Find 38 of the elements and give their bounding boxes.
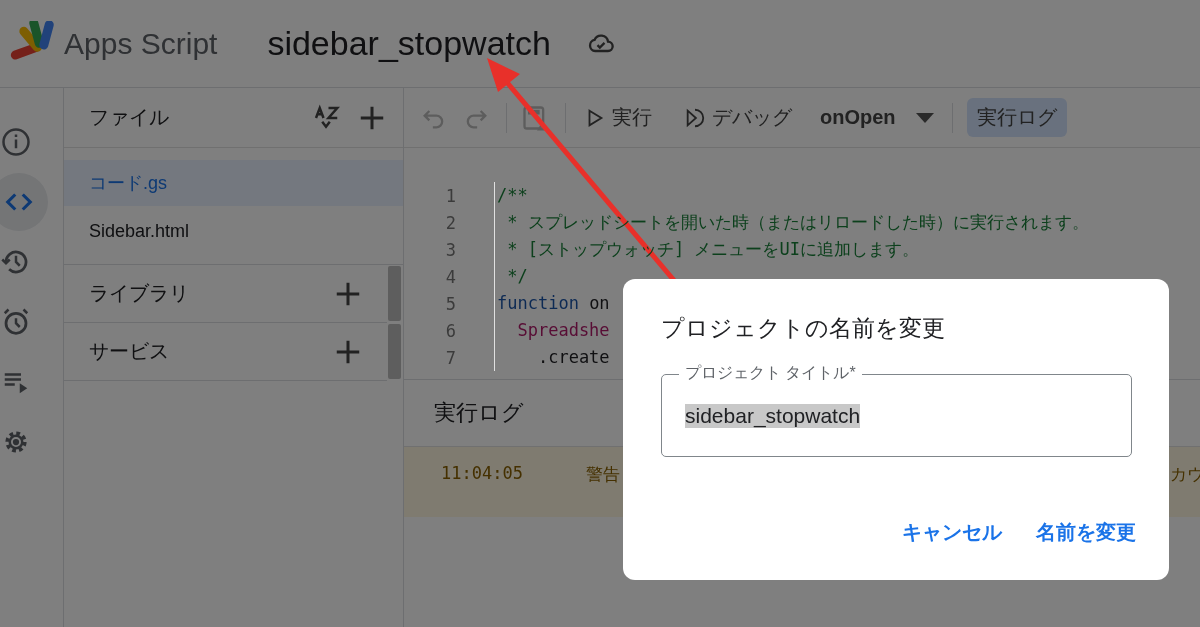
file-item[interactable]: コード.gs [64,160,403,206]
dialog-button[interactable]: キャンセル [892,511,1012,554]
log-time: 11:04:05 [441,463,524,483]
line-number: 1 [444,185,456,206]
function-dropdown[interactable]: onOpen [820,106,936,129]
app-name: Apps Script [64,26,218,61]
code-line: * [ストップウォッチ] メニューをUIに追加します。 [494,236,919,263]
debug-icon [684,106,706,129]
run-button[interactable]: 実行 [580,100,656,135]
dialog-button[interactable]: 名前を変更 [1026,511,1146,554]
rail-button[interactable] [0,173,48,231]
scrollbar-thumb[interactable] [388,266,401,321]
code-line: */ [494,263,528,290]
panel-title: ファイル [89,105,170,130]
code-line: Spreadshe [494,317,610,344]
code-line: .create [494,344,610,371]
line-number: 4 [444,266,456,287]
field-label: プロジェクト タイトル* [679,362,862,384]
alarm-clock-icon [1,307,31,337]
file-item[interactable]: Sidebar.html [64,208,403,254]
line-number: 3 [444,239,456,260]
section-title: ライブラリ [89,281,190,306]
dropdown-icon [913,110,936,125]
code-line: /** [494,182,528,209]
line-number: 5 [444,293,456,314]
field-value: sidebar_stopwatch [685,403,861,428]
code-line: function on [494,290,610,317]
log-toggle-button[interactable]: 実行ログ [966,98,1067,137]
dialog-title: プロジェクトの名前を変更 [661,314,945,343]
line-number: 6 [444,320,456,341]
log-level: 警告 [586,463,621,486]
scrollbar-thumb[interactable] [388,324,401,379]
debug-button[interactable]: デバッグ [680,100,796,135]
line-number: 2 [444,212,456,233]
project-title[interactable]: sidebar_stopwatch [267,24,551,63]
line-number: 7 [444,347,456,368]
section-title: サービス [89,339,170,364]
info-icon [1,127,31,157]
